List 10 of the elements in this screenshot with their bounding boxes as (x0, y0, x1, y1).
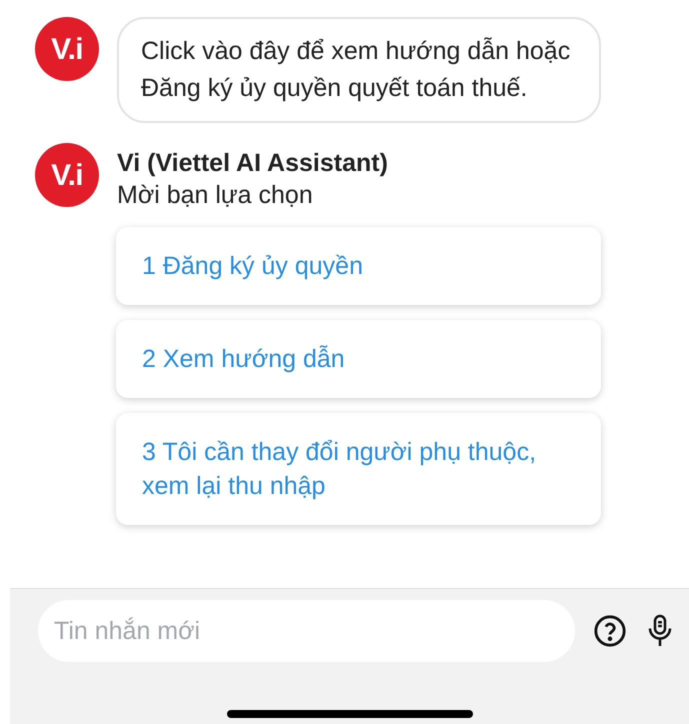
message-input[interactable]: Tin nhắn mới (38, 600, 575, 662)
sender-name: Vi (Viettel AI Assistant) (117, 148, 389, 179)
message-text: Mời bạn lựa chọn (117, 180, 314, 211)
option-button[interactable]: 1 Đăng ký ủy quyền (116, 227, 601, 305)
help-icon[interactable] (593, 614, 627, 648)
avatar-logo: V.i (35, 17, 99, 81)
option-button[interactable]: 3 Tôi cần thay đổi người phụ thuộc, xem lại thu nhập (116, 413, 601, 525)
option-button[interactable]: 2 Xem hướng dẫn (116, 320, 601, 398)
avatar-logo: V.i (35, 143, 99, 207)
message-bubble[interactable]: Click vào đây để xem hướng dẫn hoặc Đăng ký ủy quyền quyết toán thuế. (117, 17, 601, 123)
